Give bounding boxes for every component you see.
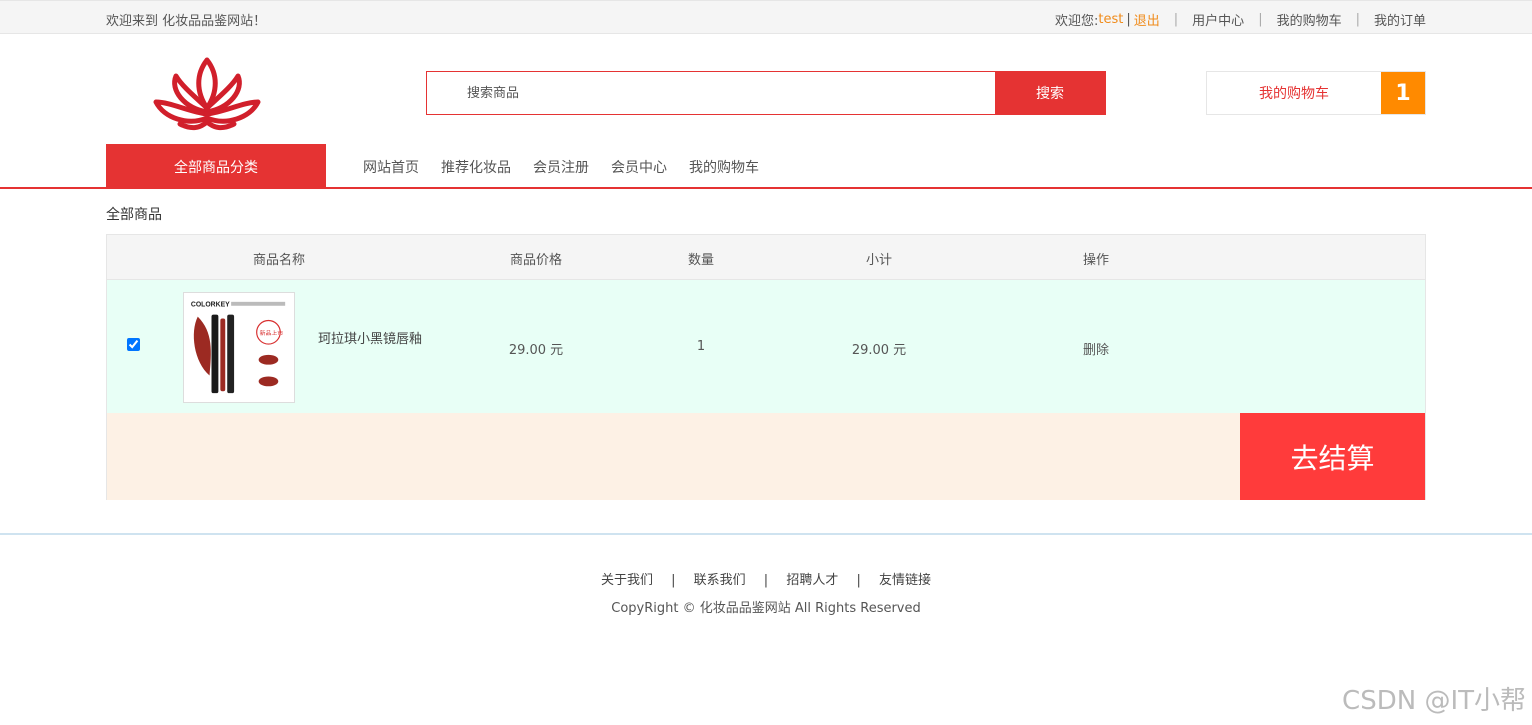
header-product-name: 商品名称 — [252, 253, 306, 268]
copyright-text: CopyRight © 化妆品品鉴网站 All Rights Reserved — [611, 601, 921, 616]
footer-link-friends[interactable]: 友情链接 — [879, 573, 931, 588]
header-quantity: 数量 — [687, 253, 715, 268]
my-orders-link[interactable]: 我的订单 — [1374, 10, 1426, 29]
top-bar: 欢迎来到 化妆品品鉴网站！ 欢迎您: test | 退出 | 用户中心 | 我的… — [0, 0, 1532, 34]
search-input[interactable] — [427, 72, 995, 114]
breadcrumb: 全部商品 — [106, 207, 162, 223]
header-cart-label: 我的购物车 — [1259, 86, 1329, 102]
checkout-button[interactable]: 去结算 — [1240, 413, 1425, 500]
table-row: COLORKEY 新品上市 珂拉琪小黑镜唇釉 29.00 元 1 29.00 元… — [107, 280, 1425, 413]
header-price: 商品价格 — [509, 253, 563, 268]
product-quantity: 1 — [696, 339, 706, 354]
nav-item-recommended[interactable]: 推荐化妆品 — [441, 157, 511, 177]
divider: | — [1258, 12, 1263, 27]
footer-links: 关于我们 | 联系我们 | 招聘人才 | 友情链接 — [0, 569, 1532, 588]
nav-item-member-center[interactable]: 会员中心 — [611, 157, 667, 177]
footer-link-contact[interactable]: 联系我们 — [694, 573, 746, 588]
product-subtotal: 29.00 元 — [851, 343, 907, 358]
my-cart-link[interactable]: 我的购物车 — [1277, 10, 1342, 29]
watermark: CSDN @IT小帮 — [1342, 686, 1526, 716]
welcome-text: 欢迎来到 化妆品品鉴网站！ — [106, 14, 267, 29]
divider: | — [1126, 12, 1131, 27]
footer-link-jobs[interactable]: 招聘人才 — [786, 573, 838, 588]
search-bar: 搜索 — [426, 71, 1106, 115]
top-bar-links: 欢迎您: test | 退出 | 用户中心 | 我的购物车 | 我的订单 — [1055, 10, 1426, 29]
header-action: 操作 — [1082, 253, 1110, 268]
divider: | — [671, 573, 676, 588]
divider: | — [1173, 12, 1179, 27]
cart-table: 商品名称 商品价格 数量 小计 操作 COLORKEY 新品上市 珂拉琪小黑镜唇… — [106, 234, 1426, 500]
lotus-logo-icon[interactable] — [150, 56, 264, 134]
header-subtotal: 小计 — [865, 253, 893, 268]
product-thumbnail[interactable]: COLORKEY 新品上市 — [183, 292, 295, 403]
search-button[interactable]: 搜索 — [995, 72, 1105, 114]
nav-item-register[interactable]: 会员注册 — [533, 157, 589, 177]
footer-divider — [0, 533, 1532, 535]
product-name[interactable]: 珂拉琪小黑镜唇釉 — [318, 328, 422, 347]
divider: | — [1355, 12, 1360, 27]
thumbnail-brand-text: COLORKEY — [191, 302, 230, 309]
delete-link[interactable]: 删除 — [1083, 339, 1109, 358]
divider: | — [763, 573, 769, 588]
user-center-link[interactable]: 用户中心 — [1192, 10, 1244, 29]
checkout-row: 去结算 — [107, 413, 1425, 500]
product-price: 29.00 元 — [508, 343, 564, 358]
nav-item-home[interactable]: 网站首页 — [363, 157, 419, 177]
thumbnail-badge-text: 新品上市 — [260, 329, 284, 337]
greeting-text: 欢迎您: — [1055, 14, 1099, 29]
logout-link[interactable]: 退出 — [1134, 10, 1160, 29]
username[interactable]: test — [1098, 12, 1123, 27]
header-cart-button[interactable]: 我的购物车 1 — [1206, 71, 1426, 115]
cart-count-badge: 1 — [1381, 72, 1425, 114]
all-categories-button[interactable]: 全部商品分类 — [106, 144, 326, 189]
divider: | — [856, 573, 861, 588]
footer-link-about[interactable]: 关于我们 — [601, 573, 653, 588]
main-nav: 网站首页 推荐化妆品 会员注册 会员中心 我的购物车 — [352, 157, 770, 177]
table-header: 商品名称 商品价格 数量 小计 操作 — [107, 235, 1425, 280]
item-select-checkbox[interactable] — [127, 338, 140, 351]
nav-item-my-cart[interactable]: 我的购物车 — [689, 157, 759, 177]
